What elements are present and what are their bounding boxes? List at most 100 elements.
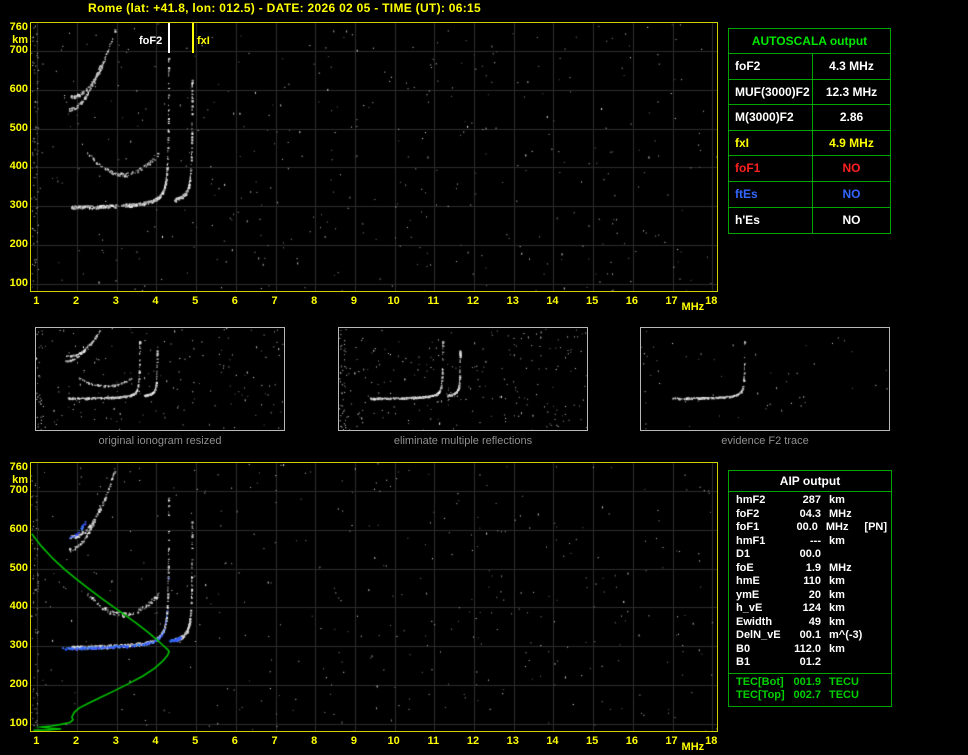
x-axis-tick-label: 11 xyxy=(427,735,440,747)
x-axis-tick-label: 12 xyxy=(466,295,480,307)
aip-param-note xyxy=(869,616,891,630)
autoscala-table-rows: foF2 4.3 MHz MUF(3000)F2 12.3 MHz M(3000)F2 2… xyxy=(729,54,890,234)
aip-row: Ewidth 49 km xyxy=(729,616,891,630)
x-axis-tick-label: 3 xyxy=(112,295,119,307)
aip-param-unit: MHz xyxy=(829,561,852,574)
aip-row: D1 00.0 xyxy=(729,548,891,562)
aip-param-value: 00.1 xyxy=(799,629,821,641)
station-datetime-title: Rome (lat: +41.8, lon: 012.5) - DATE: 20… xyxy=(88,1,481,15)
autoscala-param-value: 4.3 MHz xyxy=(829,59,874,73)
autoscala-param-label: foF2 xyxy=(729,54,813,79)
aip-param-note xyxy=(869,589,891,603)
aip-param-unit: TECU xyxy=(829,689,859,701)
aip-param-name: B1 xyxy=(736,656,751,668)
aip-param-unit: km xyxy=(829,588,845,601)
x-axis-tick-label: 14 xyxy=(546,295,559,307)
aip-param-value: 00.0 xyxy=(796,521,818,533)
autoscala-row: MUF(3000)F2 12.3 MHz xyxy=(729,79,890,106)
autoscala-window: Rome (lat: +41.8, lon: 012.5) - DATE: 20… xyxy=(0,0,968,755)
aip-table-rows: hmF2 287 km foF2 04.3 MHz foF1 00.0 MHz [PN] hmF1 -… xyxy=(729,492,891,670)
x-axis-tick-label: 15 xyxy=(586,295,599,307)
aip-param-unit: km xyxy=(829,534,845,547)
aip-param-name: Ewidth xyxy=(736,615,773,628)
aip-param-unit: km xyxy=(829,575,845,587)
autoscala-param-label: ftEs xyxy=(729,181,813,207)
autoscala-param-label: MUF(3000)F2 xyxy=(729,79,813,105)
fxI-marker-label: fxI xyxy=(197,35,210,47)
y-axis-tick-label: 300 xyxy=(9,199,28,212)
aip-param-value: 00.0 xyxy=(799,548,821,560)
x-axis-tick-label: 2 xyxy=(72,735,80,747)
x-axis-tick-label: 13 xyxy=(506,295,519,307)
aip-param-name: ymE xyxy=(736,588,760,601)
aip-row: B1 01.2 xyxy=(729,656,891,670)
aip-param-value: 112.0 xyxy=(794,642,821,655)
y-axis-tick-label: 760 xyxy=(9,460,28,473)
thumbnail-original-ionogram xyxy=(35,327,285,431)
aip-param-note xyxy=(869,548,891,562)
aip-param-value: 04.3 xyxy=(799,507,821,520)
aip-output-table: AIP output hmF2 287 km foF2 04.3 MHz foF1 00.0 M… xyxy=(728,470,892,707)
autoscala-param-value: 12.3 MHz xyxy=(825,84,878,99)
aip-param-name: DelN_vE xyxy=(736,629,781,641)
x-axis-tick-label: 9 xyxy=(350,295,357,307)
thumbnail-f2-trace xyxy=(640,327,890,431)
aip-param-unit: TECU xyxy=(829,675,859,688)
autoscala-param-label: M(3000)F2 xyxy=(729,105,813,130)
x-axis-tick-label: 18 xyxy=(705,735,718,747)
aip-param-note xyxy=(869,689,891,703)
autoscala-row: fxI 4.9 MHz xyxy=(729,130,890,157)
aip-param-unit xyxy=(821,656,869,670)
aip-param-unit: km xyxy=(829,642,845,655)
aip-param-name: hmF2 xyxy=(736,494,766,506)
y-axis-tick-label: 100 xyxy=(9,277,28,289)
aip-param-name: D1 xyxy=(736,548,751,560)
aip-param-name: foF2 xyxy=(736,507,760,520)
autoscala-row: h'Es NO xyxy=(729,207,890,234)
y-axis-tick-label: 600 xyxy=(9,522,28,535)
aip-row: foE 1.9 MHz xyxy=(729,562,891,576)
autoscala-param-value: NO xyxy=(842,212,861,227)
x-axis-tick-label: 15 xyxy=(586,735,599,747)
aip-param-value: 124 xyxy=(802,602,821,614)
aip-param-name: hmE xyxy=(736,575,760,587)
aip-row: foF2 04.3 MHz xyxy=(729,508,891,522)
autoscala-param-label: fxI xyxy=(729,130,813,156)
aip-param-note xyxy=(869,676,891,690)
x-axis-tick-label: 7 xyxy=(271,295,278,307)
aip-param-value: 001.9 xyxy=(793,675,821,688)
aip-param-value: 002.7 xyxy=(793,689,821,701)
aip-param-value: 110 xyxy=(803,575,821,587)
aip-param-value: --- xyxy=(810,534,821,547)
x-axis-tick-label: 10 xyxy=(387,295,400,307)
y-axis-tick-label: 600 xyxy=(9,82,28,95)
autoscala-param-value: 2.86 xyxy=(839,110,864,125)
y-axis-tick-label: 200 xyxy=(9,678,28,691)
aip-row: hmE 110 km xyxy=(729,575,891,589)
y-axis-unit-label: km xyxy=(12,473,28,486)
x-axis-tick-label: 7 xyxy=(271,735,278,747)
y-axis-tick-label: 500 xyxy=(9,561,28,574)
y-axis-tick-label: 500 xyxy=(9,121,28,134)
aip-param-unit: km xyxy=(829,494,845,506)
thumbnail-canvas-f2trace xyxy=(641,328,889,430)
aip-row: h_vE 124 km xyxy=(729,602,891,616)
aip-param-unit: MHz xyxy=(829,507,852,520)
aip-param-unit xyxy=(821,548,869,562)
x-axis-tick-label: 4 xyxy=(152,295,159,307)
x-axis-tick-label: 17 xyxy=(665,735,678,747)
y-axis-tick-label: 400 xyxy=(9,160,28,173)
x-axis-tick-label: 14 xyxy=(546,735,559,747)
aip-param-unit: MHz xyxy=(825,521,849,533)
x-axis-tick-label: 12 xyxy=(466,735,480,747)
autoscala-row: M(3000)F2 2.86 xyxy=(729,105,890,131)
aip-tec-row: TEC[Bot] 001.9 TECU xyxy=(729,676,891,690)
autoscala-param-label: h'Es xyxy=(729,207,813,234)
y-axis-unit-label: km xyxy=(12,33,28,46)
aip-row: foF1 00.0 MHz [PN] xyxy=(729,521,891,535)
x-axis-tick-label: 18 xyxy=(705,295,718,307)
autoscala-table-title: AUTOSCALA output xyxy=(729,29,890,54)
thumbnail-canvas-eliminate xyxy=(339,328,587,430)
aip-param-name: B0 xyxy=(736,642,751,655)
aip-param-note xyxy=(869,535,891,549)
